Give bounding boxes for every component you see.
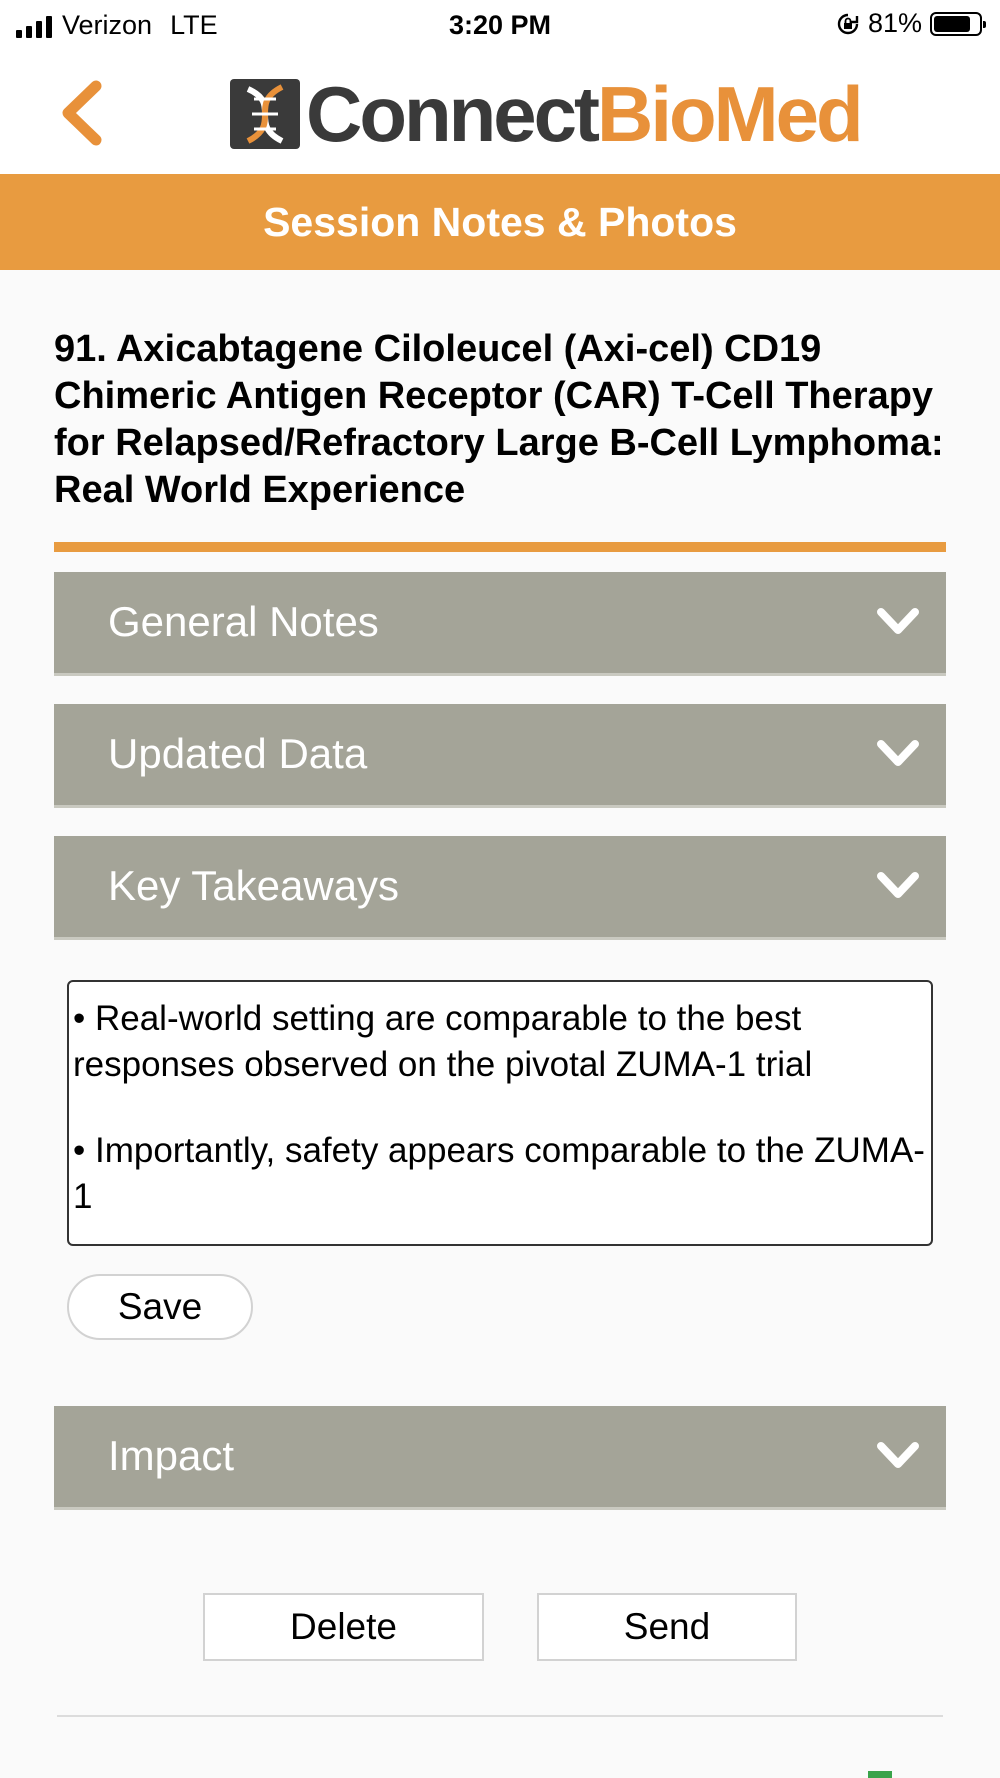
takeaway-line: • Real-world setting are comparable to t…	[73, 999, 813, 1084]
accordion-label: Updated Data	[108, 730, 368, 777]
status-bar: Verizon LTE 3:20 PM 81%	[0, 0, 1000, 50]
chevron-down-icon	[877, 1442, 919, 1468]
logo-biomed-text: BioMed	[597, 70, 864, 158]
battery-icon	[930, 11, 986, 36]
footer-divider	[57, 1715, 943, 1717]
app-header: Connect BioMed	[0, 50, 1000, 174]
key-takeaways-textarea[interactable]: • Real-world setting are comparable to t…	[67, 980, 933, 1246]
session-title: 91. Axicabtagene Ciloleucel (Axi-cel) CD…	[54, 328, 944, 511]
accordion-label: Key Takeaways	[108, 862, 400, 909]
accordion-label: Impact	[108, 1432, 235, 1479]
chevron-down-icon	[877, 872, 919, 898]
chevron-down-icon	[877, 608, 919, 634]
accordion-updated-data[interactable]: Updated Data	[54, 704, 946, 808]
accordion-key-takeaways[interactable]: Key Takeaways	[54, 836, 946, 940]
send-button[interactable]: Send	[537, 1593, 797, 1661]
title-divider	[54, 542, 946, 552]
page-banner: Session Notes & Photos	[0, 174, 1000, 270]
logo-connect-text: Connect	[306, 70, 600, 158]
rotation-lock-icon	[837, 13, 859, 34]
battery-percent: 81%	[867, 8, 922, 38]
green-indicator	[868, 1771, 892, 1778]
delete-button[interactable]: Delete	[203, 1593, 484, 1661]
status-right: 81%	[836, 8, 986, 39]
battery-fill	[934, 15, 970, 32]
banner-title: Session Notes & Photos	[263, 198, 737, 245]
dna-icon	[230, 79, 300, 149]
chevron-down-icon	[877, 740, 919, 766]
accordion-general-notes[interactable]: General Notes	[54, 572, 946, 676]
accordion-label: General Notes	[108, 598, 379, 645]
back-button[interactable]	[52, 78, 112, 148]
save-button[interactable]: Save	[67, 1274, 253, 1340]
takeaway-line: • Importantly, safety appears comparable…	[73, 1131, 925, 1216]
connectbiomed-logo: Connect BioMed	[230, 70, 864, 158]
accordion-impact[interactable]: Impact	[54, 1406, 946, 1510]
